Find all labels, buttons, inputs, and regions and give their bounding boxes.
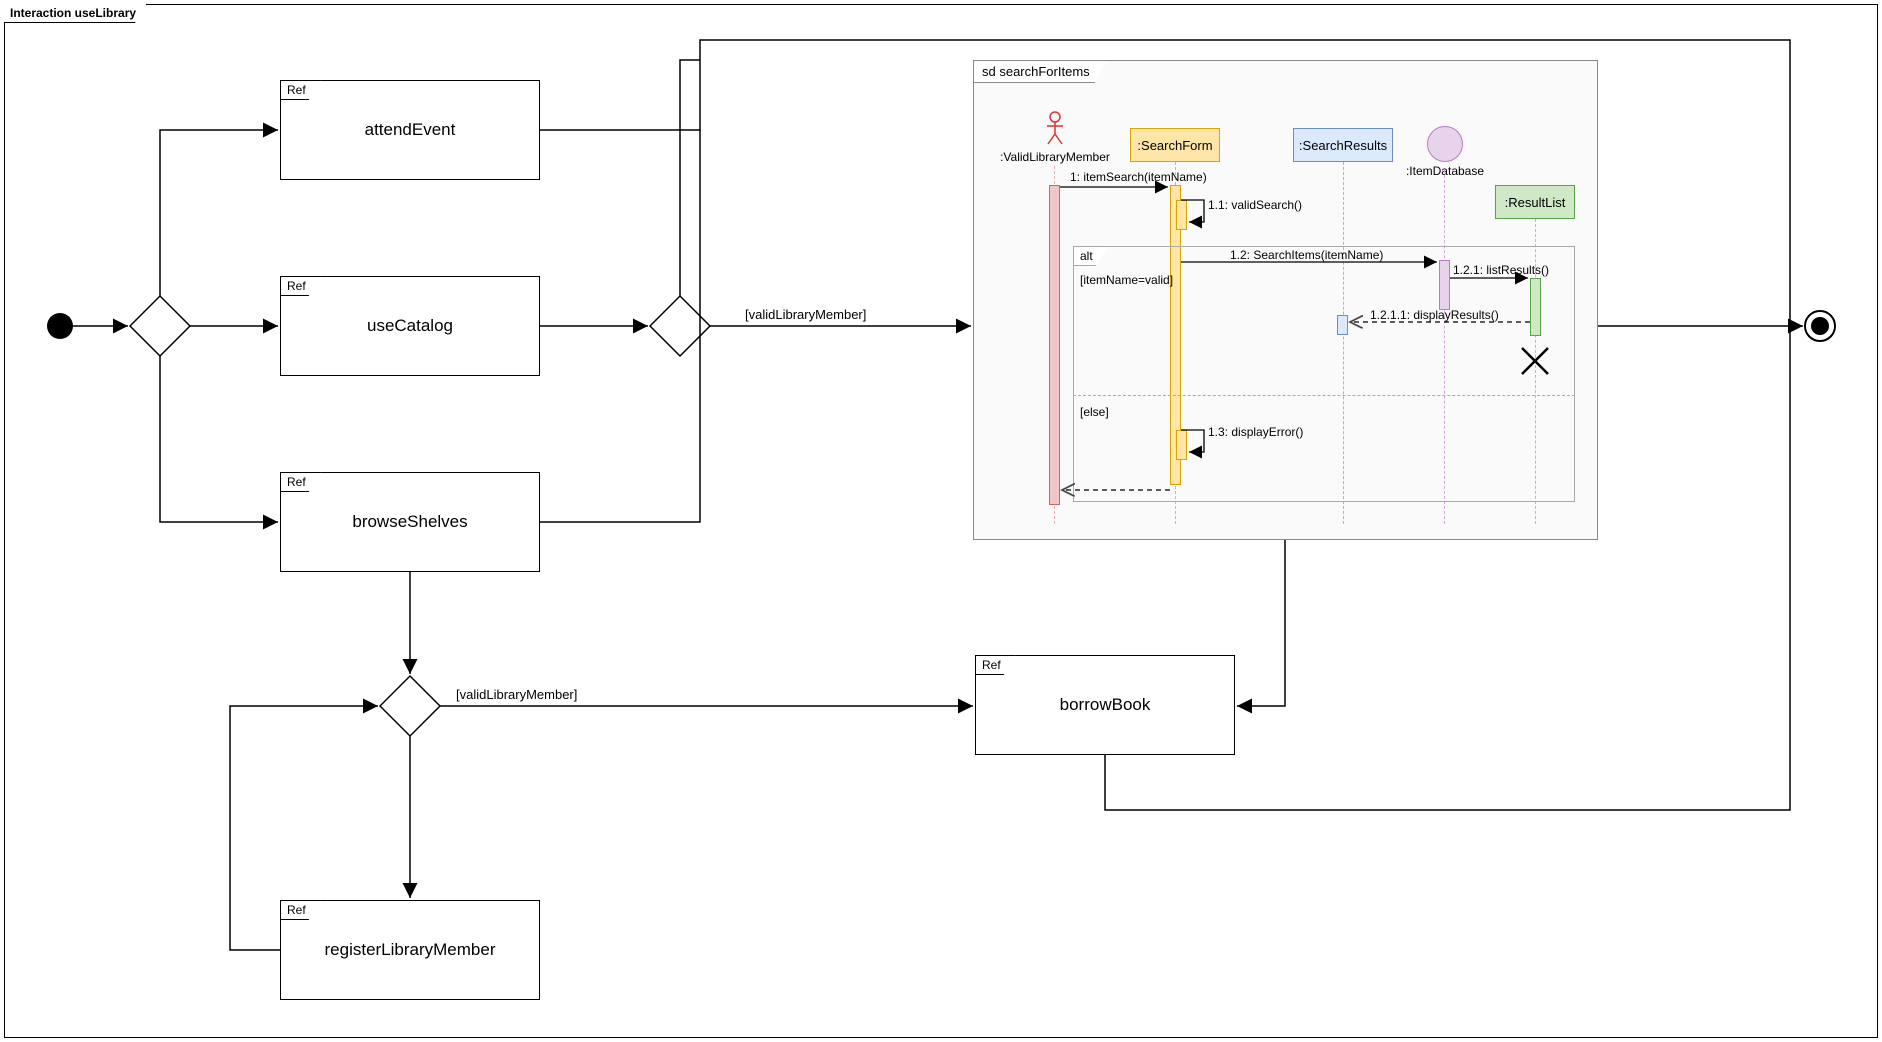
connectors [0, 0, 1882, 1042]
diagram-canvas: Interaction useLibrary Ref attendEvent R… [0, 0, 1882, 1042]
